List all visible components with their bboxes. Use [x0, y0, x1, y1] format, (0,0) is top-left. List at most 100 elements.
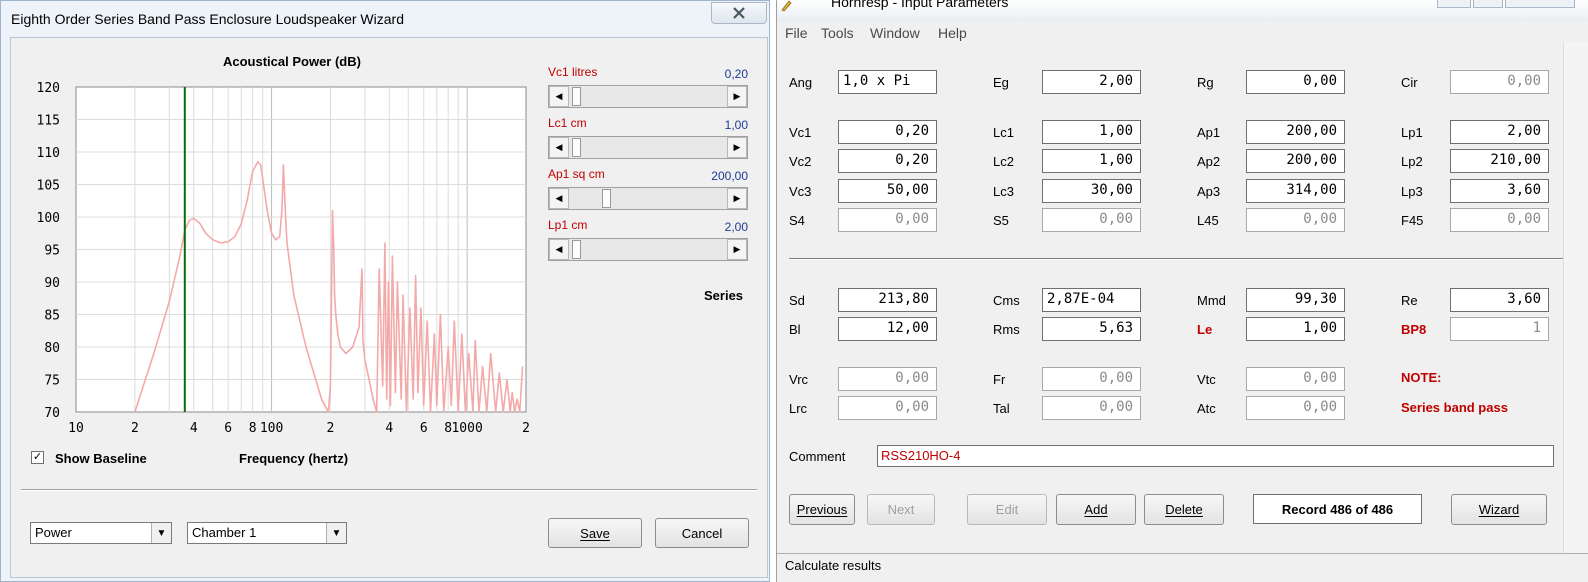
slider-thumb[interactable] — [571, 87, 581, 106]
save-button-label: Save — [580, 525, 610, 541]
save-button[interactable]: Save — [548, 518, 642, 548]
delete-button[interactable]: Delete — [1144, 494, 1224, 525]
maximize-button[interactable] — [1473, 0, 1503, 8]
field-input-sd[interactable]: 213,80 — [838, 288, 937, 312]
field-input-rg[interactable]: 0,00 — [1246, 70, 1345, 94]
field-input-ap1[interactable]: 200,00 — [1246, 120, 1345, 144]
show-baseline-checkbox[interactable]: ✓ — [31, 451, 44, 464]
chevron-down-icon[interactable]: ▼ — [326, 523, 346, 543]
slider-thumb[interactable] — [571, 138, 581, 157]
acoustical-power-chart: 70758085909510010511011512010 2 4 6 8 100 2 4 6 8… — [37, 81, 530, 436]
field-input-re[interactable]: 3,60 — [1450, 288, 1549, 312]
arrow-right-icon[interactable]: ▶ — [727, 86, 747, 107]
previous-button[interactable]: Previous — [789, 494, 855, 525]
field-input-s4[interactable]: 0,00 — [838, 208, 937, 232]
arrow-left-icon[interactable]: ◀ — [549, 239, 569, 260]
slider-thumb[interactable] — [571, 240, 581, 259]
cancel-button-label: Cancel — [681, 525, 723, 541]
vertical-scrollbar[interactable] — [1563, 42, 1588, 553]
arrow-right-icon[interactable]: ▶ — [727, 137, 747, 158]
parameter-slider[interactable]: ◀ ▶ — [548, 136, 748, 159]
wizard-button[interactable]: Wizard — [1451, 494, 1547, 525]
slider-track[interactable] — [569, 137, 727, 158]
field-input-lc2[interactable]: 1,00 — [1042, 149, 1141, 173]
field-input-ap3[interactable]: 314,00 — [1246, 179, 1345, 203]
menu-window[interactable]: Window — [870, 25, 920, 41]
chevron-down-icon[interactable]: ▼ — [151, 523, 171, 543]
field-input-tal[interactable]: 0,00 — [1042, 396, 1141, 420]
hornresp-titlebar: Hornresp - Input Parameters — [777, 0, 1588, 22]
field-input-fr[interactable]: 0,00 — [1042, 367, 1141, 391]
edit-button[interactable]: Edit — [967, 494, 1047, 525]
field-label-ap1: Ap1 — [1197, 125, 1221, 140]
field-input-s5[interactable]: 0,00 — [1042, 208, 1141, 232]
menu-help[interactable]: Help — [938, 25, 967, 41]
arrow-right-icon[interactable]: ▶ — [727, 188, 747, 209]
parameter-slider[interactable]: ◀ ▶ — [548, 187, 748, 210]
field-input-vc3[interactable]: 50,00 — [838, 179, 937, 203]
slider-track[interactable] — [569, 239, 727, 260]
window-close-button[interactable] — [1505, 0, 1575, 8]
minimize-button[interactable] — [1437, 0, 1471, 8]
field-input-lp2[interactable]: 210,00 — [1450, 149, 1549, 173]
field-input-le[interactable]: 1,00 — [1246, 317, 1345, 341]
field-input-bl[interactable]: 12,00 — [838, 317, 937, 341]
field-input-f45[interactable]: 0,00 — [1450, 208, 1549, 232]
menu-tools[interactable]: Tools — [821, 25, 854, 41]
menu-file[interactable]: File — [785, 25, 808, 41]
chamber-select[interactable]: Chamber 1 ▼ — [187, 522, 347, 544]
field-input-vc1[interactable]: 0,20 — [838, 120, 937, 144]
field-label-mmd: Mmd — [1197, 293, 1226, 308]
slider-track[interactable] — [569, 86, 727, 107]
hornresp-window: Hornresp - Input Parameters File Tools W… — [776, 0, 1588, 582]
field-input-vtc[interactable]: 0,00 — [1246, 367, 1345, 391]
field-input-lp1[interactable]: 2,00 — [1450, 120, 1549, 144]
arrow-left-icon[interactable]: ◀ — [549, 86, 569, 107]
field-input-ap2[interactable]: 200,00 — [1246, 149, 1345, 173]
arrow-right-icon[interactable]: ▶ — [727, 239, 747, 260]
cancel-button[interactable]: Cancel — [655, 518, 749, 548]
field-input-cms[interactable]: 2,87E-04 — [1042, 288, 1141, 312]
field-input-lc1[interactable]: 1,00 — [1042, 120, 1141, 144]
add-button-label: Add — [1084, 502, 1108, 517]
wizard-close-button[interactable] — [711, 2, 767, 24]
field-input-eg[interactable]: 2,00 — [1042, 70, 1141, 94]
parameter-slider[interactable]: ◀ ▶ — [548, 238, 748, 261]
x-tick-label: 2 — [131, 421, 139, 436]
x-tick-label: 8 — [249, 421, 257, 436]
field-label-f45: F45 — [1401, 213, 1424, 228]
arrow-left-icon[interactable]: ◀ — [549, 188, 569, 209]
field-label-vc3: Vc3 — [789, 184, 812, 199]
field-input-vc2[interactable]: 0,20 — [838, 149, 937, 173]
output-type-value: Power — [35, 525, 72, 540]
comment-input[interactable]: RSS210HO-4 — [877, 445, 1554, 467]
field-input-vrc[interactable]: 0,00 — [838, 367, 937, 391]
field-input-mmd[interactable]: 99,30 — [1246, 288, 1345, 312]
edit-button-label: Edit — [995, 502, 1019, 517]
x-tick-label: 4 — [385, 421, 393, 436]
next-button[interactable]: Next — [867, 494, 935, 525]
comment-label: Comment — [789, 449, 846, 464]
arrow-left-icon[interactable]: ◀ — [549, 137, 569, 158]
field-input-ang[interactable]: 1,0 x Pi — [838, 70, 937, 94]
chamber-value: Chamber 1 — [192, 525, 257, 540]
field-input-bp8[interactable]: 1 — [1450, 317, 1549, 341]
field-input-rms[interactable]: 5,63 — [1042, 317, 1141, 341]
field-input-l45[interactable]: 0,00 — [1246, 208, 1345, 232]
field-input-atc[interactable]: 0,00 — [1246, 396, 1345, 420]
field-label-sd: Sd — [789, 293, 805, 308]
slider-label: Ap1 sq cm — [548, 167, 605, 181]
field-label-cir: Cir — [1401, 75, 1418, 90]
slider-label: Vc1 litres — [548, 65, 598, 79]
field-input-lp3[interactable]: 3,60 — [1450, 179, 1549, 203]
output-type-select[interactable]: Power ▼ — [30, 522, 172, 544]
field-input-lrc[interactable]: 0,00 — [838, 396, 937, 420]
field-input-cir[interactable]: 0,00 — [1450, 70, 1549, 94]
slider-thumb[interactable] — [601, 189, 611, 208]
slider-value: 1,00 — [724, 118, 748, 132]
field-input-lc3[interactable]: 30,00 — [1042, 179, 1141, 203]
slider-track[interactable] — [569, 188, 727, 209]
field-label-lp1: Lp1 — [1401, 125, 1423, 140]
parameter-slider[interactable]: ◀ ▶ — [548, 85, 748, 108]
add-button[interactable]: Add — [1056, 494, 1136, 525]
